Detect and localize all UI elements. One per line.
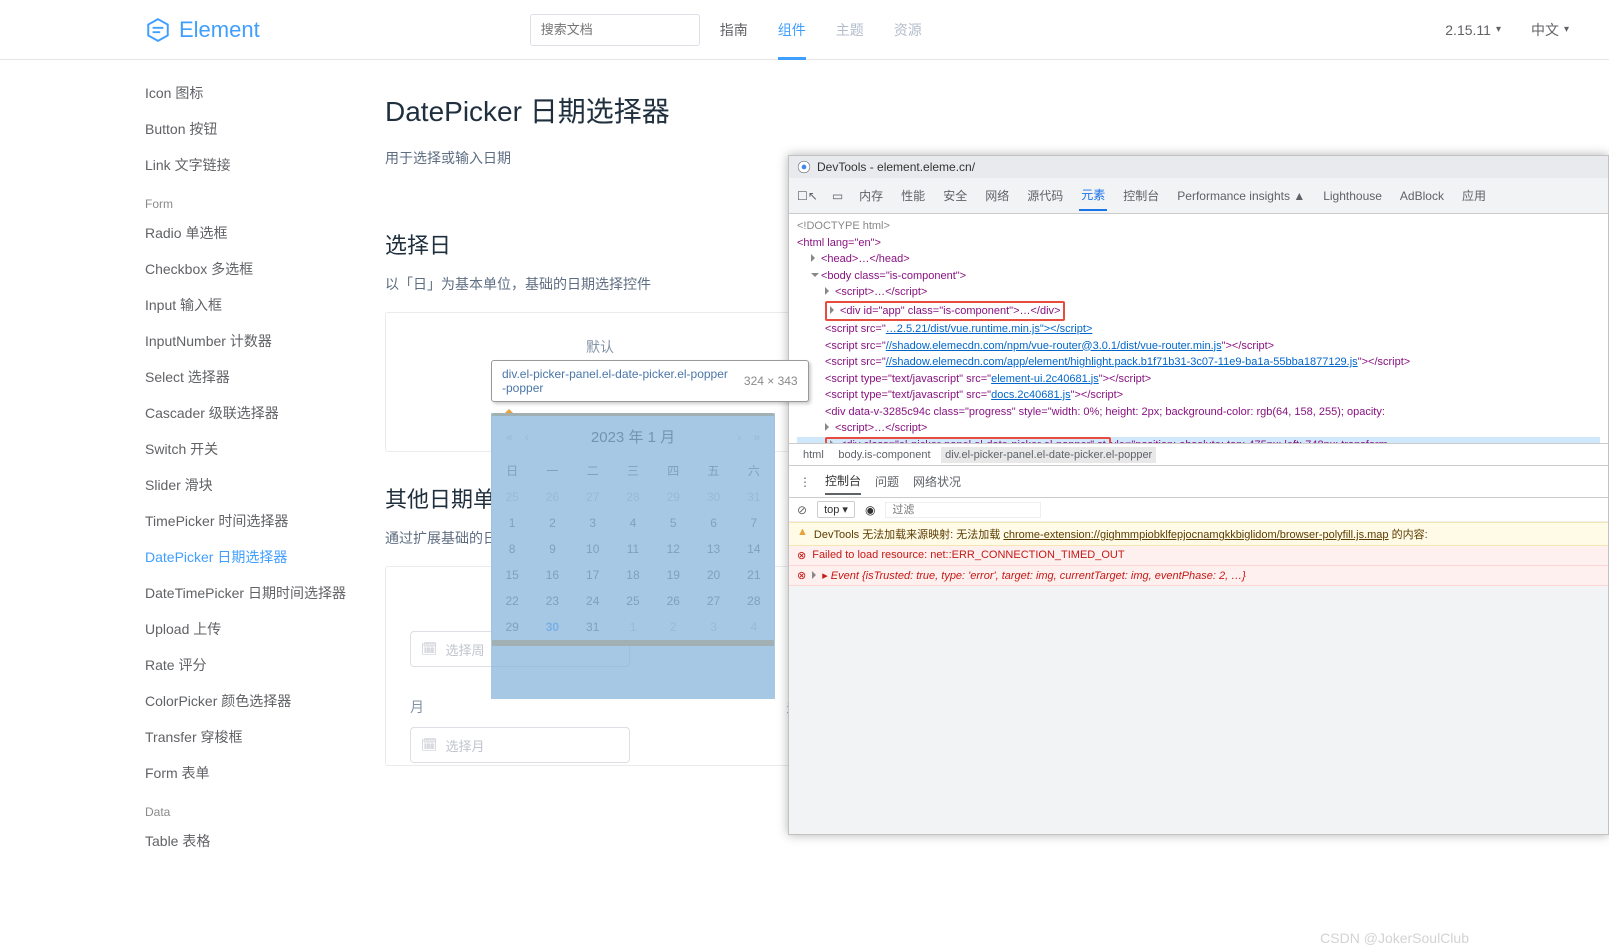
console-filter[interactable] [885, 502, 1041, 518]
expand-icon[interactable] [830, 306, 838, 314]
sidebar-item-inputnumber[interactable]: InputNumber 计数器 [145, 323, 375, 359]
devtools-tab[interactable]: Lighthouse [1321, 183, 1384, 209]
elements-breadcrumb[interactable]: html body.is-component div.el-picker-pan… [789, 444, 1608, 466]
devtools-tab[interactable]: AdBlock [1398, 183, 1446, 209]
calendar-icon: 🗓 [421, 737, 438, 753]
watermark: CSDN @JokerSoulClub [1320, 930, 1469, 946]
devtools-tab[interactable]: 控制台 [1121, 181, 1161, 210]
demo-default-label: 默认 [410, 337, 790, 357]
sidebar-item-transfer[interactable]: Transfer 穿梭框 [145, 719, 375, 755]
sidebar-item-radio[interactable]: Radio 单选框 [145, 215, 375, 251]
sidebar-item-table[interactable]: Table 表格 [145, 823, 375, 859]
collapse-icon[interactable] [811, 273, 819, 281]
sidebar-group-form: Form [145, 183, 375, 215]
month-input[interactable]: 🗓 选择月 [410, 727, 630, 763]
sidebar-item-upload[interactable]: Upload 上传 [145, 611, 375, 647]
drawer-tab-console[interactable]: 控制台 [825, 468, 861, 495]
calendar-icon: 🗓 [421, 641, 438, 657]
nav-theme[interactable]: 主题 [836, 0, 864, 60]
sidebar-item-datepicker[interactable]: DatePicker 日期选择器 [145, 539, 375, 575]
devtools-tab-elements[interactable]: 元素 [1079, 180, 1107, 211]
elements-panel[interactable]: <!DOCTYPE html> <html lang="en"> <head>…… [789, 214, 1608, 444]
console-output[interactable]: ▲ DevTools 无法加载来源映射: 无法加载 chrome-extensi… [789, 522, 1608, 586]
caret-down-icon: ▾ [1564, 24, 1569, 35]
sidebar-item-rate[interactable]: Rate 评分 [145, 647, 375, 683]
caret-down-icon: ▾ [1496, 24, 1501, 35]
sidebar-group-data: Data [145, 791, 375, 823]
sidebar-item-colorpicker[interactable]: ColorPicker 颜色选择器 [145, 683, 375, 719]
version-selector[interactable]: 2.15.11▾ [1445, 22, 1501, 38]
error-icon: ⊗ [797, 549, 806, 562]
devtools-tab[interactable]: 网络 [983, 181, 1011, 210]
sidebar: Icon 图标 Button 按钮 Link 文字链接 Form Radio 单… [145, 75, 375, 859]
date-picker-panel[interactable]: « ‹ 2023 年 1 月 › » 日一二三四五六 2526272829303… [491, 413, 775, 641]
devtools-tab[interactable]: Performance insights ▲ [1175, 183, 1307, 209]
sidebar-item-input[interactable]: Input 输入框 [145, 287, 375, 323]
inspector-tooltip: div.el-picker-panel.el-date-picker.el-po… [491, 360, 809, 402]
eye-icon[interactable]: ◉ [865, 503, 875, 517]
sidebar-item-form[interactable]: Form 表单 [145, 755, 375, 791]
devtools-tabs: ☐↖ ▭ 内存 性能 安全 网络 源代码 元素 控制台 Performance … [789, 178, 1608, 214]
expand-icon[interactable] [825, 423, 833, 431]
nav-component[interactable]: 组件 [778, 0, 806, 60]
element-logo-icon [145, 17, 171, 43]
inspector-highlight-overlay [491, 413, 775, 699]
logo[interactable]: Element [145, 17, 260, 43]
sidebar-item-checkbox[interactable]: Checkbox 多选框 [145, 251, 375, 287]
sidebar-item-select[interactable]: Select 选择器 [145, 359, 375, 395]
expand-icon[interactable] [812, 571, 820, 579]
warning-icon: ▲ [797, 526, 808, 538]
page-title: DatePicker 日期选择器 [385, 90, 1609, 130]
devtools-titlebar[interactable]: DevTools - element.eleme.cn/ [789, 156, 1608, 178]
sidebar-item-button[interactable]: Button 按钮 [145, 111, 375, 147]
inspect-icon[interactable]: ☐↖ [797, 189, 818, 203]
sidebar-item-icon[interactable]: Icon 图标 [145, 75, 375, 111]
expand-icon[interactable] [825, 287, 833, 295]
devtools-window[interactable]: DevTools - element.eleme.cn/ ☐↖ ▭ 内存 性能 … [788, 155, 1609, 835]
devtools-drawer-tabs: ⋮ 控制台 问题 网络状况 [789, 466, 1608, 498]
devtools-tab[interactable]: 源代码 [1025, 181, 1065, 210]
nav-resource[interactable]: 资源 [894, 0, 922, 60]
chrome-icon [797, 160, 811, 174]
nav-guide[interactable]: 指南 [720, 0, 748, 60]
devtools-tab[interactable]: 安全 [941, 181, 969, 210]
drawer-tab-network[interactable]: 网络状况 [913, 469, 961, 494]
console-toolbar: ⊘ top ▾ ◉ [789, 498, 1608, 522]
month-col-label: 月 [410, 697, 424, 717]
devtools-tab[interactable]: 应用 [1460, 181, 1488, 210]
sidebar-item-datetimepicker[interactable]: DateTimePicker 日期时间选择器 [145, 575, 375, 611]
logo-text: Element [179, 17, 260, 43]
devtools-tab[interactable]: 内存 [857, 181, 885, 210]
search-input[interactable] [530, 14, 700, 46]
expand-icon[interactable] [811, 254, 819, 262]
error-icon: ⊗ [797, 569, 806, 582]
sidebar-item-slider[interactable]: Slider 滑块 [145, 467, 375, 503]
context-dropdown[interactable]: top ▾ [817, 501, 855, 518]
sidebar-item-timepicker[interactable]: TimePicker 时间选择器 [145, 503, 375, 539]
device-toolbar-icon[interactable]: ▭ [832, 189, 843, 203]
clear-console-icon[interactable]: ⊘ [797, 503, 807, 517]
sidebar-item-cascader[interactable]: Cascader 级联选择器 [145, 395, 375, 431]
more-icon[interactable]: ⋮ [799, 475, 811, 489]
drawer-tab-issues[interactable]: 问题 [875, 469, 899, 494]
language-selector[interactable]: 中文▾ [1531, 20, 1569, 40]
sidebar-item-switch[interactable]: Switch 开关 [145, 431, 375, 467]
sidebar-item-link[interactable]: Link 文字链接 [145, 147, 375, 183]
devtools-tab[interactable]: 性能 [899, 181, 927, 210]
